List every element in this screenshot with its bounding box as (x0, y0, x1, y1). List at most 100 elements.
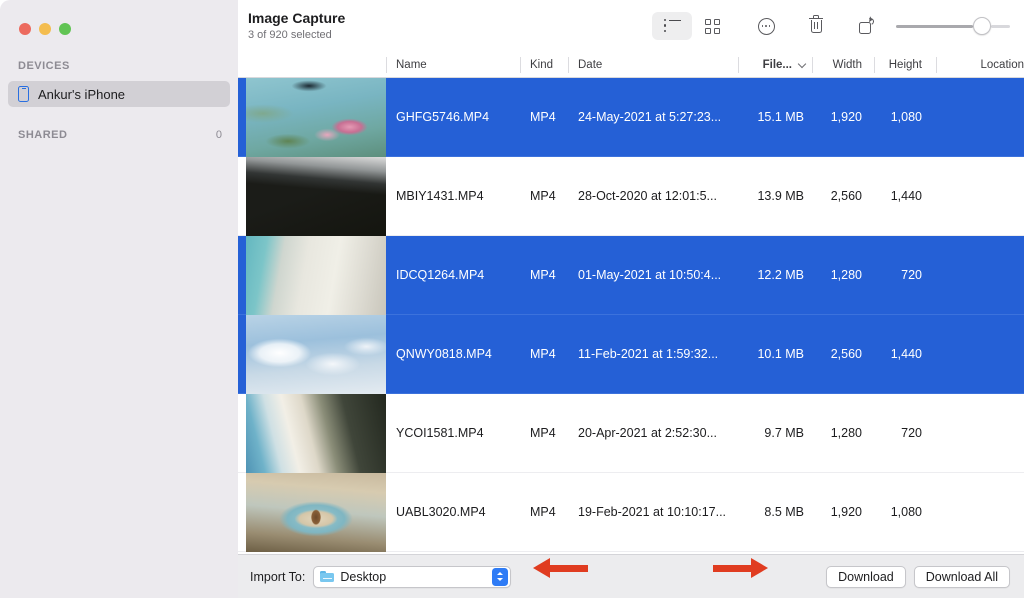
minimize-button[interactable] (39, 23, 51, 35)
cell-height: 1,080 (874, 110, 936, 124)
delete-button[interactable] (796, 12, 836, 40)
image-capture-window: DEVICES Ankur's iPhone SHARED 0 Image Ca… (0, 0, 1024, 598)
cell-file-size: 9.7 MB (738, 426, 812, 440)
iphone-icon (18, 86, 29, 102)
main-content: Image Capture 3 of 920 selected (238, 0, 1024, 598)
page-title: Image Capture (248, 10, 345, 27)
column-header-height-label: Height (889, 59, 922, 71)
cell-kind: MP4 (520, 505, 568, 519)
bottom-bar: Import To: Desktop Download Download All (238, 554, 1024, 598)
select-stepper-icon[interactable] (492, 568, 508, 586)
slider-thumb[interactable] (973, 17, 991, 35)
cell-file-name: QNWY0818.MP4 (386, 347, 520, 361)
column-header-name[interactable]: Name (386, 52, 520, 78)
column-header-width-label: Width (833, 59, 862, 71)
more-options-icon (758, 18, 775, 35)
file-thumbnail (246, 315, 386, 394)
cell-kind: MP4 (520, 347, 568, 361)
import-destination-select[interactable]: Desktop (313, 566, 511, 588)
sidebar-section-shared-label: SHARED (18, 129, 67, 141)
file-list[interactable]: GHFG5746.MP4MP424-May-2021 at 5:27:23...… (238, 78, 1024, 554)
column-header-file-size-label: File... (763, 59, 792, 71)
download-button[interactable]: Download (826, 566, 906, 588)
cell-width: 1,280 (812, 268, 874, 282)
sidebar-shared-count: 0 (216, 129, 222, 141)
table-row[interactable]: YCOI1581.MP4MP420-Apr-2021 at 2:52:30...… (238, 394, 1024, 473)
trash-icon (809, 18, 824, 35)
table-row[interactable]: GHFG5746.MP4MP424-May-2021 at 5:27:23...… (238, 78, 1024, 157)
column-header-file-size[interactable]: File... (738, 52, 812, 78)
column-header-height[interactable]: Height (874, 52, 936, 78)
column-header-date[interactable]: Date (568, 52, 738, 78)
cell-file-size: 10.1 MB (738, 347, 812, 361)
cell-kind: MP4 (520, 268, 568, 282)
cell-kind: MP4 (520, 189, 568, 203)
column-header-date-label: Date (578, 59, 602, 71)
cell-width: 1,280 (812, 426, 874, 440)
cell-kind: MP4 (520, 110, 568, 124)
file-thumbnail (246, 394, 386, 473)
selection-status: 3 of 920 selected (248, 28, 345, 42)
file-thumbnail (246, 473, 386, 552)
close-button[interactable] (19, 23, 31, 35)
cell-file-name: GHFG5746.MP4 (386, 110, 520, 124)
cell-height: 720 (874, 268, 936, 282)
window-controls (0, 0, 238, 42)
column-header-row: Name Kind Date File... Width Height Loca… (238, 52, 1024, 78)
cell-width: 1,920 (812, 110, 874, 124)
file-thumbnail (246, 78, 386, 157)
file-thumbnail (246, 236, 386, 315)
cell-file-size: 12.2 MB (738, 268, 812, 282)
table-row[interactable]: QNWY0818.MP4MP411-Feb-2021 at 1:59:32...… (238, 315, 1024, 394)
cell-file-name: IDCQ1264.MP4 (386, 268, 520, 282)
thumbnail-size-slider[interactable] (896, 14, 1010, 38)
column-header-width[interactable]: Width (812, 52, 874, 78)
table-row[interactable]: MBIY1431.MP4MP428-Oct-2020 at 12:01:5...… (238, 157, 1024, 236)
cell-date: 20-Apr-2021 at 2:52:30... (568, 426, 738, 440)
title-block: Image Capture 3 of 920 selected (248, 10, 345, 42)
cell-kind: MP4 (520, 426, 568, 440)
toolbar-actions (652, 12, 1010, 40)
cell-file-size: 8.5 MB (738, 505, 812, 519)
cell-file-name: YCOI1581.MP4 (386, 426, 520, 440)
rotate-icon (858, 18, 875, 35)
import-destination-value: Desktop (340, 570, 492, 584)
folder-icon (320, 571, 334, 582)
more-options-button[interactable] (746, 12, 786, 40)
column-header-kind-label: Kind (530, 59, 553, 71)
column-header-location[interactable]: Location (936, 52, 1024, 78)
sidebar-item-label: Ankur's iPhone (38, 87, 125, 102)
list-view-icon (664, 20, 681, 33)
column-header-spacer (238, 52, 386, 78)
cell-height: 1,440 (874, 347, 936, 361)
download-all-button[interactable]: Download All (914, 566, 1010, 588)
toolbar: Image Capture 3 of 920 selected (238, 0, 1024, 52)
sidebar: DEVICES Ankur's iPhone SHARED 0 (0, 0, 238, 598)
grid-view-icon (705, 19, 720, 34)
slider-track-filled (896, 25, 973, 28)
import-to-label: Import To: (250, 570, 305, 584)
cell-date: 19-Feb-2021 at 10:10:17... (568, 505, 738, 519)
slider-track-empty (991, 25, 1010, 28)
grid-view-button[interactable] (692, 12, 732, 40)
table-row[interactable]: UABL3020.MP4MP419-Feb-2021 at 10:10:17..… (238, 473, 1024, 552)
column-header-location-label: Location (981, 59, 1024, 71)
column-header-kind[interactable]: Kind (520, 52, 568, 78)
cell-width: 1,920 (812, 505, 874, 519)
cell-width: 2,560 (812, 189, 874, 203)
sidebar-section-devices-label: DEVICES (18, 60, 70, 72)
sidebar-section-devices: DEVICES (0, 56, 238, 76)
sidebar-item-ankurs-iphone[interactable]: Ankur's iPhone (8, 81, 230, 107)
sidebar-section-shared: SHARED 0 (0, 125, 238, 145)
cell-date: 24-May-2021 at 5:27:23... (568, 110, 738, 124)
chevron-down-icon (799, 61, 806, 68)
cell-file-name: MBIY1431.MP4 (386, 189, 520, 203)
zoom-button[interactable] (59, 23, 71, 35)
cell-height: 720 (874, 426, 936, 440)
cell-file-size: 13.9 MB (738, 189, 812, 203)
rotate-button[interactable] (846, 12, 886, 40)
list-view-button[interactable] (652, 12, 692, 40)
table-row[interactable]: IDCQ1264.MP4MP401-May-2021 at 10:50:4...… (238, 236, 1024, 315)
file-thumbnail (246, 157, 386, 236)
cell-file-size: 15.1 MB (738, 110, 812, 124)
